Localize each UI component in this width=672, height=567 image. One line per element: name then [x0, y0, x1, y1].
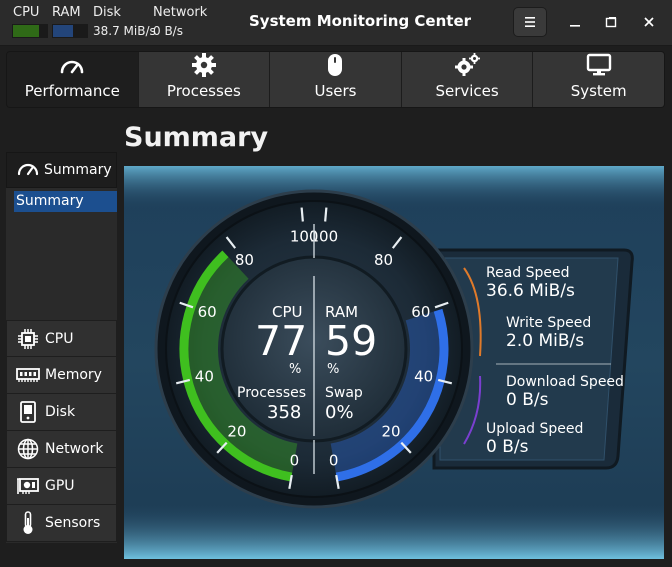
- title-bar: CPU RAM Disk Network 38.7 MiB/s 0 B/s Sy…: [0, 0, 672, 46]
- titlebar-ram-label: RAM: [52, 5, 81, 20]
- minimize-icon: [570, 25, 580, 27]
- tab-performance-label: Performance: [24, 82, 120, 100]
- cpu-tick-label: 80: [235, 251, 254, 269]
- gauge-icon: [58, 52, 86, 78]
- monitor-icon: [586, 52, 612, 78]
- ram-tick-label: 0: [329, 451, 339, 469]
- download-speed-value: 0 B/s: [506, 390, 549, 410]
- main-tabs: Performance Processes Users Services Sys…: [6, 51, 665, 108]
- tab-performance[interactable]: Performance: [7, 52, 139, 107]
- titlebar-disk-speed: 38.7 MiB/s: [93, 24, 156, 38]
- tab-services[interactable]: Services: [401, 52, 534, 107]
- swap-label: Swap: [325, 385, 363, 401]
- write-speed-label: Write Speed: [506, 315, 592, 331]
- cpu-icon: [16, 328, 40, 350]
- ram-tick-label: 20: [382, 423, 401, 441]
- memory-icon: [16, 366, 40, 384]
- cpu-tick-label: 0: [290, 451, 300, 469]
- sidebar-item-gpu[interactable]: GPU: [6, 468, 117, 505]
- cpu-unit: %: [289, 362, 302, 377]
- sidebar-item-memory[interactable]: Memory: [6, 357, 117, 394]
- ram-unit: %: [327, 362, 340, 377]
- tab-processes[interactable]: Processes: [138, 52, 271, 107]
- close-button[interactable]: [632, 7, 666, 37]
- app-title: System Monitoring Center: [249, 12, 472, 30]
- titlebar-disk-label: Disk: [93, 5, 121, 20]
- cpu-tick-label: 40: [195, 367, 214, 385]
- ram-mini-fill: [53, 25, 74, 37]
- ram-mini-bar: [52, 24, 88, 38]
- cpu-mini-fill: [13, 25, 40, 37]
- upload-speed-value: 0 B/s: [486, 437, 529, 457]
- sidebar-item-cpu-label: CPU: [45, 330, 74, 347]
- summary-gauge-panel: 0 20 40 60 80 100 0 20 40 60 80 100 CPU 77 % RAM 59…: [124, 166, 664, 559]
- tab-users-label: Users: [314, 82, 357, 100]
- maximize-icon: [605, 17, 617, 28]
- titlebar-cpu-label: CPU: [13, 5, 40, 20]
- summary-gauge-graphic: 020406080100020406080100: [124, 166, 664, 559]
- sidebar-item-disk-label: Disk: [45, 404, 76, 420]
- gpu-icon: [16, 476, 40, 496]
- tab-services-label: Services: [435, 82, 499, 100]
- titlebar-network-speed: 0 B/s: [153, 24, 183, 38]
- titlebar-network-label: Network: [153, 5, 208, 20]
- sidebar-item-disk[interactable]: Disk: [6, 394, 117, 431]
- minimize-button[interactable]: [558, 7, 592, 37]
- tab-system[interactable]: System: [533, 52, 664, 107]
- tab-system-label: System: [570, 82, 627, 100]
- write-speed-value: 2.0 MiB/s: [506, 331, 585, 351]
- network-icon: [16, 438, 40, 460]
- read-speed-label: Read Speed: [486, 265, 570, 281]
- ram-value: 59: [325, 317, 378, 365]
- page-title: Summary: [124, 122, 269, 153]
- sidebar-item-sensors-label: Sensors: [45, 515, 101, 531]
- cpu-tick-label: 20: [227, 423, 246, 441]
- sidebar-header-label: Summary: [44, 162, 112, 178]
- cpu-mini-bar: [12, 24, 48, 38]
- sidebar-subitem-summary[interactable]: Summary: [14, 191, 117, 212]
- mouse-icon: [326, 52, 344, 78]
- disk-icon: [16, 401, 40, 423]
- sidebar-item-network[interactable]: Network: [6, 431, 117, 468]
- tab-processes-label: Processes: [166, 82, 241, 100]
- sidebar-item-cpu[interactable]: CPU: [6, 320, 117, 357]
- processes-value: 358: [267, 402, 302, 423]
- thermometer-icon: [16, 511, 40, 535]
- sidebar-items: CPU Memory Disk Network GPU Sensors: [6, 320, 117, 542]
- sidebar-item-network-label: Network: [45, 441, 104, 457]
- sidebar-item-summary[interactable]: Summary: [6, 152, 117, 188]
- maximize-button[interactable]: [594, 7, 628, 37]
- ram-tick-label: 80: [374, 251, 393, 269]
- sidebar-item-sensors[interactable]: Sensors: [6, 505, 117, 542]
- read-speed-value: 36.6 MiB/s: [486, 281, 575, 301]
- cpu-tick: [300, 207, 304, 222]
- download-speed-label: Download Speed: [506, 374, 624, 390]
- ram-tick-label: 60: [411, 303, 430, 321]
- hamburger-menu-button[interactable]: [513, 7, 547, 37]
- processes-label: Processes: [237, 385, 307, 401]
- sidebar: Summary Summary CPU Memory Disk Network: [6, 152, 117, 543]
- cpu-value: 77: [255, 317, 308, 365]
- swap-value: 0%: [325, 402, 354, 423]
- upload-speed-label: Upload Speed: [486, 421, 584, 437]
- gear-icon: [191, 52, 217, 78]
- gears-icon: [453, 52, 481, 78]
- hamburger-icon: [525, 17, 535, 27]
- tab-users[interactable]: Users: [270, 52, 402, 107]
- cpu-tick-label: 60: [198, 303, 217, 321]
- ram-tick: [324, 207, 328, 222]
- close-icon: [644, 17, 654, 27]
- sidebar-item-gpu-label: GPU: [45, 478, 75, 494]
- sidebar-item-memory-label: Memory: [45, 367, 102, 383]
- gauge-icon: [16, 159, 40, 181]
- ram-tick-label: 40: [414, 367, 433, 385]
